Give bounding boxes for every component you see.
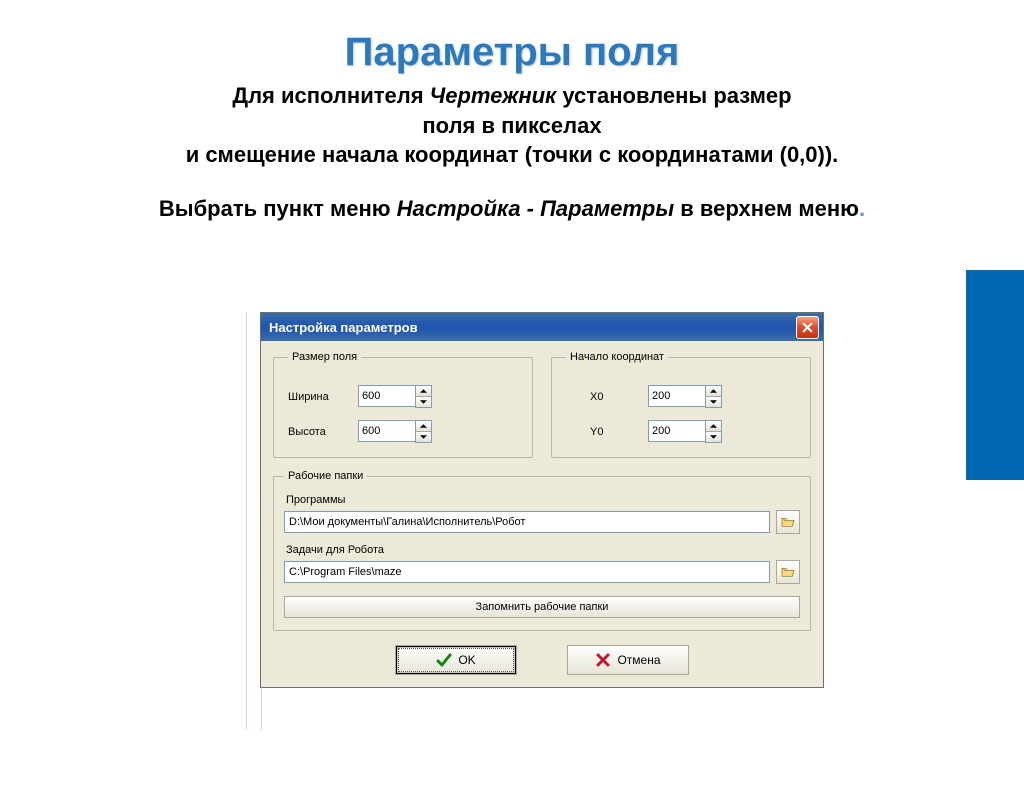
- height-label: Высота: [288, 426, 358, 438]
- spin-down-button[interactable]: [706, 432, 721, 442]
- ok-button[interactable]: OK: [395, 645, 517, 675]
- x0-input[interactable]: [648, 385, 705, 407]
- cancel-button[interactable]: Отмена: [567, 645, 689, 675]
- height-input[interactable]: [358, 420, 415, 442]
- width-stepper[interactable]: [358, 385, 432, 408]
- spin-down-button[interactable]: [416, 432, 431, 442]
- text: Выбрать пункт меню: [159, 196, 397, 221]
- folders-legend: Рабочие папки: [284, 470, 367, 482]
- close-icon: [802, 322, 813, 333]
- origin-group: Начало координат X0 Y0: [551, 351, 811, 458]
- programs-label: Программы: [286, 494, 800, 506]
- text-em: Чертежник: [430, 83, 557, 108]
- folder-open-icon: [781, 566, 795, 578]
- cross-icon: [595, 652, 611, 668]
- chevron-up-icon: [710, 389, 717, 393]
- text: поля в пикселах: [422, 113, 601, 138]
- browse-tasks-button[interactable]: [776, 560, 800, 584]
- chevron-down-icon: [710, 400, 717, 404]
- text: установлены размер: [556, 83, 791, 108]
- text-em: Настройка - Параметры: [397, 196, 674, 221]
- chevron-down-icon: [420, 400, 427, 404]
- titlebar-text: Настройка параметров: [269, 320, 796, 335]
- chevron-up-icon: [420, 424, 427, 428]
- check-icon: [436, 652, 452, 668]
- folder-open-icon: [781, 516, 795, 528]
- chevron-down-icon: [710, 435, 717, 439]
- cancel-label: Отмена: [617, 653, 660, 667]
- tasks-label: Задачи для Робота: [286, 544, 800, 556]
- spin-up-button[interactable]: [416, 421, 431, 432]
- y0-input[interactable]: [648, 420, 705, 442]
- close-button[interactable]: [796, 316, 819, 339]
- browse-programs-button[interactable]: [776, 510, 800, 534]
- chevron-up-icon: [710, 424, 717, 428]
- width-label: Ширина: [288, 391, 358, 403]
- text: Для исполнителя: [232, 83, 429, 108]
- y0-label: Y0: [566, 426, 648, 438]
- spin-down-button[interactable]: [416, 397, 431, 407]
- text: и смещение начала координат (точки с коо…: [186, 142, 839, 167]
- chevron-up-icon: [420, 389, 427, 393]
- titlebar[interactable]: Настройка параметров: [261, 313, 823, 341]
- chevron-down-icon: [420, 435, 427, 439]
- slide-description: Для исполнителя Чертежник установлены ра…: [60, 81, 964, 170]
- text: в верхнем меню: [674, 196, 859, 221]
- origin-legend: Начало координат: [566, 351, 668, 363]
- settings-dialog: Настройка параметров Размер поля Ширина: [260, 312, 824, 688]
- remember-folders-button[interactable]: Запомнить рабочие папки: [284, 596, 800, 618]
- x0-label: X0: [566, 391, 648, 403]
- field-size-group: Размер поля Ширина Высота: [273, 351, 533, 458]
- spin-up-button[interactable]: [706, 421, 721, 432]
- text-dot: .: [859, 196, 865, 221]
- height-stepper[interactable]: [358, 420, 432, 443]
- field-size-legend: Размер поля: [288, 351, 361, 363]
- ok-label: OK: [458, 653, 475, 667]
- tasks-path-input[interactable]: [284, 561, 770, 583]
- folders-group: Рабочие папки Программы Задачи для Робот…: [273, 470, 811, 631]
- width-input[interactable]: [358, 385, 415, 407]
- slide-instruction: Выбрать пункт меню Настройка - Параметры…: [60, 194, 964, 224]
- slide-accent-bar: [966, 270, 1024, 480]
- programs-path-input[interactable]: [284, 511, 770, 533]
- slide-title: Параметры поля: [0, 30, 1024, 75]
- spin-down-button[interactable]: [706, 397, 721, 407]
- y0-stepper[interactable]: [648, 420, 722, 443]
- spin-up-button[interactable]: [416, 386, 431, 397]
- dialog-body: Размер поля Ширина Высота: [261, 341, 823, 687]
- dialog-button-row: OK Отмена: [273, 645, 811, 675]
- x0-stepper[interactable]: [648, 385, 722, 408]
- spin-up-button[interactable]: [706, 386, 721, 397]
